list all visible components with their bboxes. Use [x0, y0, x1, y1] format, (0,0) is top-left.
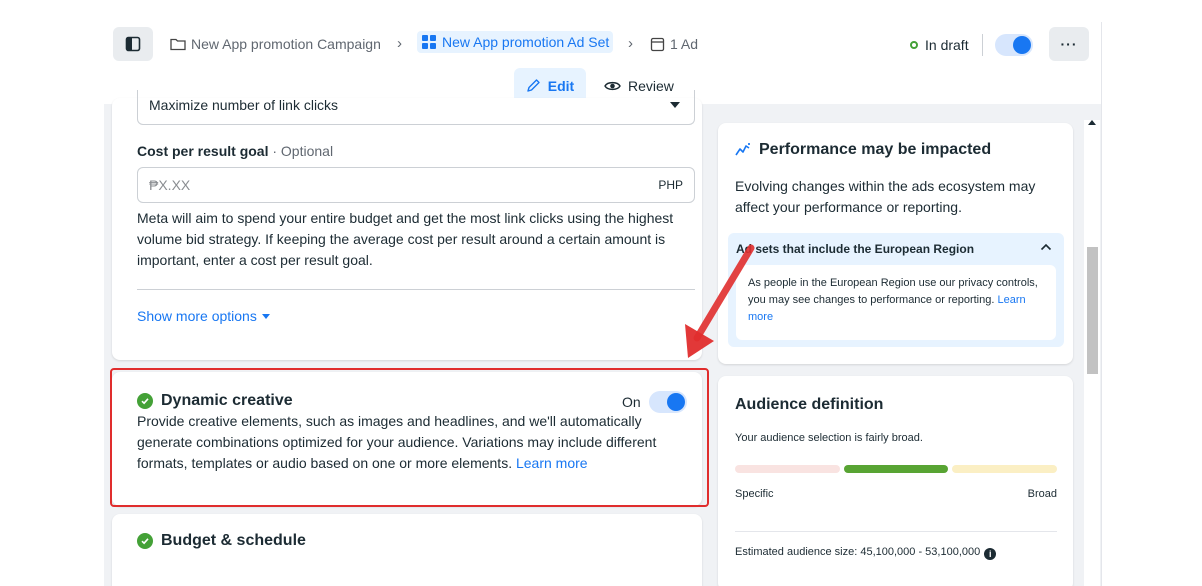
- audience-breadth-text: Your audience selection is fairly broad.: [735, 432, 923, 444]
- status-badge: In draft: [910, 37, 969, 53]
- top-bar: New App promotion Campaign › New App pro…: [104, 22, 1101, 68]
- audience-breadth-meter: [735, 465, 1058, 473]
- audience-title: Audience definition: [735, 396, 884, 413]
- breadcrumb-ad-set[interactable]: New App promotion Ad Set: [417, 31, 614, 53]
- performance-title: Performance may be impacted: [735, 141, 991, 159]
- sidebar-toggle-button[interactable]: [113, 27, 153, 61]
- european-region-notice: Ad sets that include the European Region…: [728, 233, 1064, 347]
- budget-schedule-title[interactable]: Budget & schedule: [137, 532, 306, 550]
- performance-title-text: Performance may be impacted: [759, 141, 992, 158]
- status-dot-icon: [910, 41, 918, 49]
- cost-goal-label: Cost per result goal · Optional: [137, 143, 333, 159]
- performance-text: Evolving changes within the ads ecosyste…: [735, 178, 1036, 215]
- divider: [137, 289, 695, 290]
- info-icon[interactable]: i: [984, 548, 997, 560]
- budget-schedule-title-text: Budget & schedule: [161, 532, 306, 549]
- notice-title: Ad sets that include the European Region: [736, 242, 975, 256]
- show-more-label: Show more options: [137, 308, 257, 324]
- currency-label: PHP: [658, 178, 683, 192]
- main-content: Maximize number of link clicks Cost per …: [104, 90, 1101, 586]
- breadcrumb-ad-label: 1 Ad: [670, 36, 699, 52]
- grid-icon: [422, 35, 436, 49]
- estimated-audience-text: Estimated audience size: 45,100,000 - 53…: [735, 546, 981, 558]
- sidebar-panel-icon: [125, 36, 141, 52]
- status-label: In draft: [925, 37, 969, 53]
- meter-segment-middle: [843, 465, 949, 473]
- cost-goal-input[interactable]: ₱X.XX PHP: [137, 167, 695, 203]
- vertical-scrollbar[interactable]: [1084, 120, 1100, 586]
- meter-segment-specific: [735, 465, 840, 473]
- check-circle-icon: [137, 533, 153, 549]
- chevron-up-icon[interactable]: [1040, 239, 1052, 254]
- cost-goal-label-text: Cost per result goal: [137, 143, 269, 159]
- caret-down-icon: [261, 313, 270, 319]
- ad-set-on-off-toggle[interactable]: [995, 34, 1033, 56]
- breadcrumb-campaign-label: New App promotion Campaign: [191, 36, 381, 52]
- breadcrumb-ad[interactable]: 1 Ad: [650, 36, 698, 52]
- estimated-audience-size: Estimated audience size: 45,100,000 - 53…: [735, 546, 997, 560]
- scroll-up-arrow-icon[interactable]: [1088, 120, 1096, 125]
- caret-down-icon: [670, 102, 680, 108]
- performance-card: Performance may be impacted Evolving cha…: [718, 123, 1073, 364]
- optimization-goal-select[interactable]: Maximize number of link clicks: [137, 90, 695, 125]
- chevron-right-icon: ›: [397, 35, 402, 52]
- cost-goal-placeholder: ₱X.XX: [149, 177, 191, 193]
- notice-text: As people in the European Region use our…: [748, 277, 1038, 306]
- meter-label-specific: Specific: [735, 488, 774, 500]
- trend-line-icon: [735, 143, 750, 156]
- folder-icon: [170, 38, 186, 51]
- breadcrumb-campaign[interactable]: New App promotion Campaign: [170, 36, 381, 52]
- show-more-options-link[interactable]: Show more options: [137, 308, 270, 324]
- divider: [735, 531, 1057, 532]
- scrollbar-thumb[interactable]: [1087, 247, 1098, 374]
- meter-segment-broad: [952, 465, 1058, 473]
- cost-goal-help-text: Meta will aim to spend your entire budge…: [137, 210, 674, 268]
- breadcrumb-ad-set-label: New App promotion Ad Set: [442, 34, 610, 50]
- audience-definition-card: Audience definition Your audience select…: [718, 376, 1073, 586]
- bid-strategy-card: Maximize number of link clicks Cost per …: [112, 90, 702, 360]
- meter-label-broad: Broad: [1027, 488, 1057, 500]
- divider: [982, 34, 983, 56]
- optimization-goal-value: Maximize number of link clicks: [149, 97, 339, 113]
- dynamic-creative-highlight-box: [110, 368, 709, 507]
- ad-icon: [650, 37, 665, 51]
- chevron-right-icon: ›: [628, 35, 633, 52]
- optional-text: · Optional: [268, 143, 334, 159]
- more-options-button[interactable]: ···: [1049, 27, 1089, 61]
- budget-schedule-card: Budget & schedule: [112, 514, 702, 586]
- notice-body: As people in the European Region use our…: [736, 265, 1056, 340]
